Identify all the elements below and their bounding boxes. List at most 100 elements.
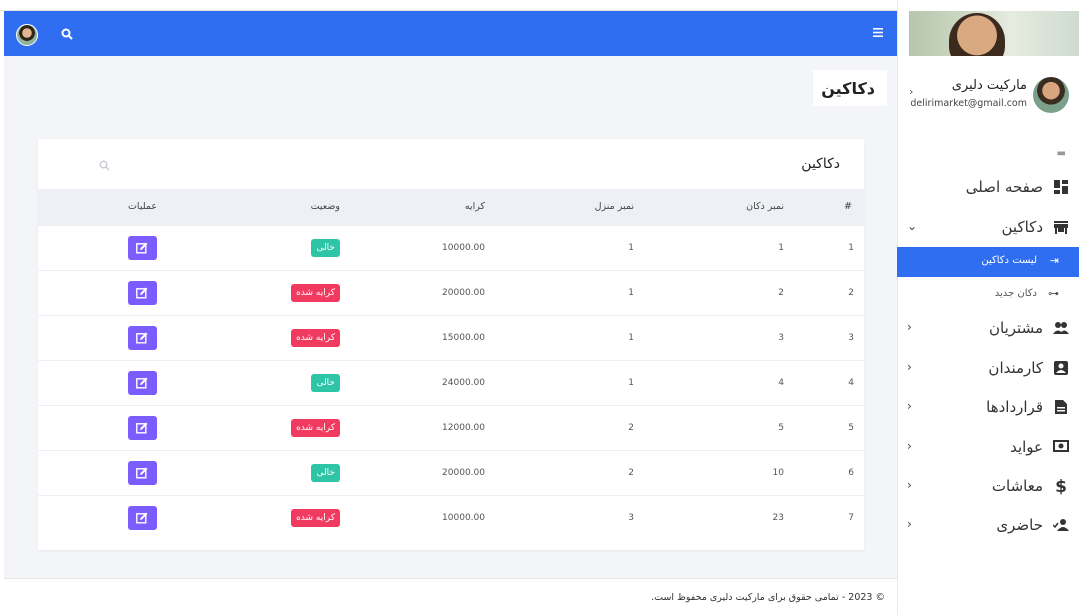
sidebar-subitem-shop-list[interactable]: ⇥ لیست دکاکین xyxy=(897,247,1079,277)
sidebar-subitem-label: لیست دکاکین xyxy=(981,255,1037,266)
cell-index: 6 xyxy=(848,468,854,478)
sidebar-item-income[interactable]: عواید › xyxy=(897,429,1079,467)
cover-person-photo xyxy=(949,13,1005,56)
table-row: 2 2 1 20000.00 کرایه شده xyxy=(38,270,864,315)
cell-index: 2 xyxy=(848,288,854,298)
sidebar-subitem-label: دکان جدید xyxy=(994,288,1037,299)
sidebar-item-label: معاشات xyxy=(991,477,1043,495)
table-row: 3 3 1 15000.00 کرایه شده xyxy=(38,315,864,360)
arrow-right-icon: ⇥ xyxy=(1049,254,1059,267)
profile-name: مارکیت دلیری xyxy=(951,78,1027,93)
edit-button[interactable] xyxy=(128,281,157,305)
document-icon xyxy=(1053,400,1069,416)
cell-rent: 24000.00 xyxy=(442,378,485,388)
sidebar-item-contracts[interactable]: قراردادها › xyxy=(897,389,1079,427)
edit-icon xyxy=(136,467,148,479)
main-content: دکاکین دکاکین # نمبر دکان نمبر منزل کرای… xyxy=(4,56,897,578)
card-header: دکاکین xyxy=(38,139,864,189)
user-check-icon xyxy=(1052,518,1069,534)
cell-rent: 15000.00 xyxy=(442,333,485,343)
chevron-down-icon: ⌄ xyxy=(907,219,918,233)
table-row: 5 5 2 12000.00 کرایه شده xyxy=(38,405,864,450)
id-card-icon xyxy=(1053,361,1069,377)
chevron-right-icon: › xyxy=(907,439,912,453)
cell-rent: 12000.00 xyxy=(442,423,485,433)
cell-rent: 20000.00 xyxy=(442,468,485,478)
sidebar-toggle-dots[interactable]: ▬ xyxy=(1057,148,1067,159)
avatar xyxy=(1033,77,1069,113)
profile-cover-image xyxy=(909,11,1079,56)
cell-shop-number: 2 xyxy=(778,288,784,298)
edit-icon xyxy=(136,422,148,434)
edit-icon xyxy=(136,332,148,344)
user-profile[interactable]: مارکیت دلیری delirimarket@gmail.com › xyxy=(909,75,1069,115)
cell-shop-number: 23 xyxy=(772,513,784,523)
sidebar: مارکیت دلیری delirimarket@gmail.com › ▬ … xyxy=(897,0,1079,615)
table-row: 1 1 1 10000.00 خالی xyxy=(38,225,864,270)
profile-email: delirimarket@gmail.com xyxy=(910,98,1027,109)
column-header-shop-number: نمبر دکان xyxy=(746,201,784,212)
cell-shop-number: 1 xyxy=(778,243,784,253)
sidebar-item-dashboard[interactable]: صفحه اصلی xyxy=(897,169,1079,207)
card-title: دکاکین xyxy=(801,156,840,172)
money-icon xyxy=(1053,440,1069,456)
cell-floor-number: 1 xyxy=(628,378,634,388)
edit-button[interactable] xyxy=(128,461,157,485)
topbar xyxy=(4,11,897,56)
status-badge: کرایه شده xyxy=(291,419,340,437)
cell-shop-number: 4 xyxy=(778,378,784,388)
chevron-right-icon: › xyxy=(907,320,912,334)
sidebar-item-label: حاضری xyxy=(996,516,1043,534)
cell-rent: 20000.00 xyxy=(442,288,485,298)
sidebar-item-salaries[interactable]: $ معاشات › xyxy=(897,468,1079,506)
sidebar-subitem-new-shop[interactable]: ⊶ دکان جدید xyxy=(897,280,1079,310)
users-icon xyxy=(1053,321,1069,337)
cell-floor-number: 3 xyxy=(628,513,634,523)
column-header-rent: کرایه xyxy=(464,201,485,212)
hamburger-icon[interactable] xyxy=(873,25,883,41)
chevron-right-icon[interactable]: › xyxy=(909,85,913,98)
search-icon xyxy=(99,156,110,175)
edit-button[interactable] xyxy=(128,236,157,260)
edit-icon xyxy=(136,242,148,254)
status-badge: کرایه شده xyxy=(291,329,340,347)
edit-button[interactable] xyxy=(128,416,157,440)
status-badge: خالی xyxy=(311,239,340,257)
table-header: # نمبر دکان نمبر منزل کرایه وضعیت عملیات xyxy=(38,189,864,225)
edit-icon xyxy=(136,512,148,524)
sidebar-item-employees[interactable]: کارمندان › xyxy=(897,350,1079,388)
search-input[interactable] xyxy=(58,154,110,174)
edit-button[interactable] xyxy=(128,371,157,395)
edit-button[interactable] xyxy=(128,506,157,530)
sidebar-item-label: کارمندان xyxy=(988,359,1043,377)
column-header-status: وضعیت xyxy=(310,201,340,212)
cell-floor-number: 2 xyxy=(628,423,634,433)
sidebar-item-label: قراردادها xyxy=(986,398,1043,416)
cell-index: 3 xyxy=(848,333,854,343)
status-badge: کرایه شده xyxy=(291,509,340,527)
cell-index: 5 xyxy=(848,423,854,433)
cell-rent: 10000.00 xyxy=(442,243,485,253)
chevron-right-icon: › xyxy=(907,517,912,531)
key-icon: ⊶ xyxy=(1048,287,1059,300)
cell-shop-number: 10 xyxy=(772,468,784,478)
sidebar-item-label: دکاکین xyxy=(1001,218,1043,236)
edit-button[interactable] xyxy=(128,326,157,350)
sidebar-item-shops[interactable]: دکاکین ⌄ xyxy=(897,209,1079,247)
table-row: 4 4 1 24000.00 خالی xyxy=(38,360,864,405)
column-header-index: # xyxy=(844,201,852,212)
status-badge: خالی xyxy=(311,374,340,392)
search-icon[interactable] xyxy=(61,25,73,44)
cell-floor-number: 1 xyxy=(628,243,634,253)
chevron-right-icon: › xyxy=(907,360,912,374)
sidebar-item-label: مشتریان xyxy=(989,319,1043,337)
cell-shop-number: 3 xyxy=(778,333,784,343)
dashboard-icon xyxy=(1053,180,1069,196)
cell-shop-number: 5 xyxy=(778,423,784,433)
sidebar-item-customers[interactable]: مشتریان › xyxy=(897,310,1079,348)
column-header-actions: عملیات xyxy=(127,201,157,212)
edit-icon xyxy=(136,377,148,389)
sidebar-item-attendance[interactable]: حاضری › xyxy=(897,507,1079,545)
footer: © 2023 - تمامی حقوق برای مارکیت دلیری مح… xyxy=(4,578,897,615)
avatar[interactable] xyxy=(16,24,38,46)
